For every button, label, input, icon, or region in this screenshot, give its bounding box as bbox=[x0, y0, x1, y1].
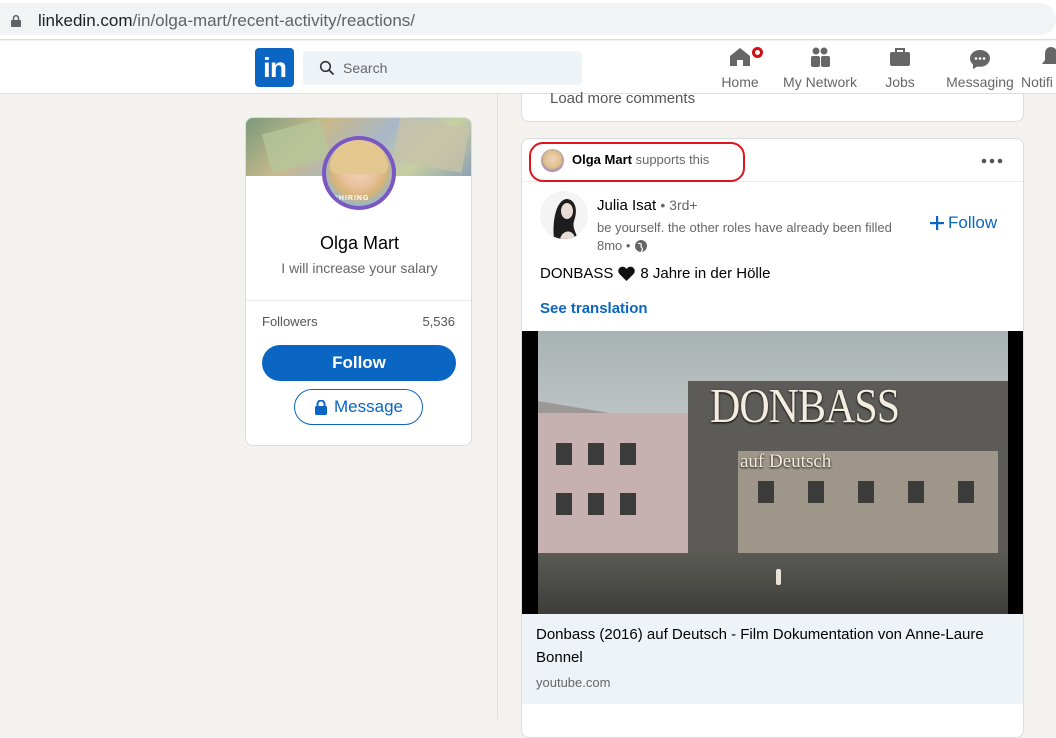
author-headline: be yourself. the other roles have alread… bbox=[597, 220, 892, 235]
video-thumbnail[interactable]: DONBASS auf Deutsch bbox=[538, 331, 1008, 614]
url-text[interactable]: linkedin.com/in/olga-mart/recent-activit… bbox=[38, 11, 415, 31]
post-age: 8mo • bbox=[597, 238, 631, 253]
red-highlight-annotation bbox=[529, 142, 745, 182]
link-title[interactable]: Donbass (2016) auf Deutsch - Film Dokume… bbox=[536, 623, 1006, 669]
author-photo bbox=[540, 191, 588, 239]
divider bbox=[246, 300, 471, 301]
window bbox=[858, 481, 874, 503]
load-more-comments[interactable]: Load more comments bbox=[550, 90, 695, 107]
more-options-icon[interactable] bbox=[978, 153, 1006, 169]
post-text-start: DONBASS bbox=[540, 265, 614, 282]
link-domain: youtube.com bbox=[536, 675, 611, 690]
banner-banknote bbox=[261, 118, 331, 174]
global-nav: in Home My Network Jobs Messaging bbox=[0, 41, 1056, 94]
banner-banknote bbox=[392, 118, 470, 173]
message-button-label: Message bbox=[334, 397, 403, 416]
ground bbox=[538, 553, 1008, 614]
video-embed[interactable]: DONBASS auf Deutsch bbox=[522, 331, 1023, 614]
hiring-badge: #HIRING bbox=[334, 195, 370, 202]
link-preview[interactable]: Donbass (2016) auf Deutsch - Film Dokume… bbox=[522, 614, 1023, 704]
profile-name[interactable]: Olga Mart bbox=[246, 233, 471, 254]
author-name[interactable]: Julia Isat bbox=[597, 197, 656, 214]
nav-messaging-label: Messaging bbox=[946, 74, 1014, 90]
search-icon bbox=[319, 60, 334, 75]
url-domain: linkedin.com bbox=[38, 11, 133, 30]
browser-url-bar: linkedin.com/in/olga-mart/recent-activit… bbox=[0, 0, 1056, 40]
followers-label: Followers bbox=[262, 314, 318, 329]
window bbox=[556, 493, 572, 515]
nav-my-network-label: My Network bbox=[783, 74, 857, 90]
message-button[interactable]: Message bbox=[294, 389, 423, 425]
search-input[interactable] bbox=[341, 51, 571, 85]
follow-button[interactable]: Follow bbox=[262, 345, 456, 381]
linkedin-logo[interactable]: in bbox=[255, 48, 294, 87]
home-icon bbox=[730, 48, 750, 66]
nav-home-label: Home bbox=[721, 74, 759, 90]
post-text-end: 8 Jahre in der Hölle bbox=[640, 265, 771, 282]
post-header: Olga Mart supports this bbox=[522, 139, 1023, 182]
messaging-icon bbox=[970, 50, 990, 69]
window bbox=[556, 443, 572, 465]
jobs-icon bbox=[890, 48, 910, 66]
video-subtitle-overlay: auf Deutsch bbox=[740, 451, 832, 472]
feed-post: Olga Mart supports this Julia Isat • 3rd… bbox=[521, 138, 1024, 738]
address-field[interactable]: linkedin.com/in/olga-mart/recent-activit… bbox=[0, 3, 1056, 35]
window bbox=[620, 493, 636, 515]
followers-count: 5,536 bbox=[422, 314, 455, 329]
author-avatar[interactable] bbox=[540, 191, 588, 239]
profile-headline: I will increase your salary bbox=[281, 260, 438, 276]
window bbox=[758, 481, 774, 503]
profile-card: #HIRING Olga Mart I will increase your s… bbox=[245, 117, 472, 446]
building-left bbox=[538, 413, 688, 553]
window bbox=[908, 481, 924, 503]
column-separator bbox=[497, 94, 498, 719]
author-follow-label: Follow bbox=[948, 213, 998, 232]
post-body: DONBASS 8 Jahre in der Hölle bbox=[540, 265, 770, 282]
nav-home[interactable]: Home bbox=[716, 45, 765, 93]
walking-figure bbox=[776, 569, 781, 585]
lock-icon bbox=[315, 399, 327, 415]
plus-icon bbox=[930, 216, 944, 230]
previous-post-card: Load more comments bbox=[521, 90, 1024, 122]
connection-degree: • 3rd+ bbox=[660, 197, 698, 213]
author-follow-button[interactable]: Follow bbox=[930, 213, 997, 233]
search-box[interactable] bbox=[303, 51, 582, 85]
profile-photo: #HIRING bbox=[326, 140, 392, 206]
nav-jobs-label: Jobs bbox=[885, 74, 915, 90]
window bbox=[588, 443, 604, 465]
post-timestamp: 8mo • bbox=[597, 238, 648, 253]
author-name-line[interactable]: Julia Isat • 3rd+ bbox=[597, 197, 698, 214]
nav-notifications[interactable]: Notifi bbox=[1021, 45, 1056, 93]
notification-badge bbox=[750, 45, 765, 60]
nav-notifications-label: Notifi bbox=[1021, 74, 1053, 90]
window bbox=[958, 481, 974, 503]
nav-jobs[interactable]: Jobs bbox=[876, 45, 924, 93]
notifications-icon bbox=[1042, 47, 1056, 64]
see-translation-link[interactable]: See translation bbox=[540, 300, 648, 317]
profile-avatar[interactable]: #HIRING bbox=[322, 136, 396, 210]
url-path: /in/olga-mart/recent-activity/reactions/ bbox=[132, 11, 416, 30]
nav-my-network[interactable]: My Network bbox=[780, 45, 860, 93]
black-heart-icon bbox=[618, 266, 636, 281]
video-title-overlay: DONBASS bbox=[710, 380, 900, 434]
nav-messaging[interactable]: Messaging bbox=[945, 47, 1015, 95]
window bbox=[588, 493, 604, 515]
my-network-icon bbox=[811, 47, 830, 67]
window bbox=[620, 443, 636, 465]
lock-icon bbox=[11, 15, 21, 27]
window bbox=[808, 481, 824, 503]
profile-photo-hair bbox=[330, 140, 388, 174]
globe-icon bbox=[635, 239, 648, 252]
